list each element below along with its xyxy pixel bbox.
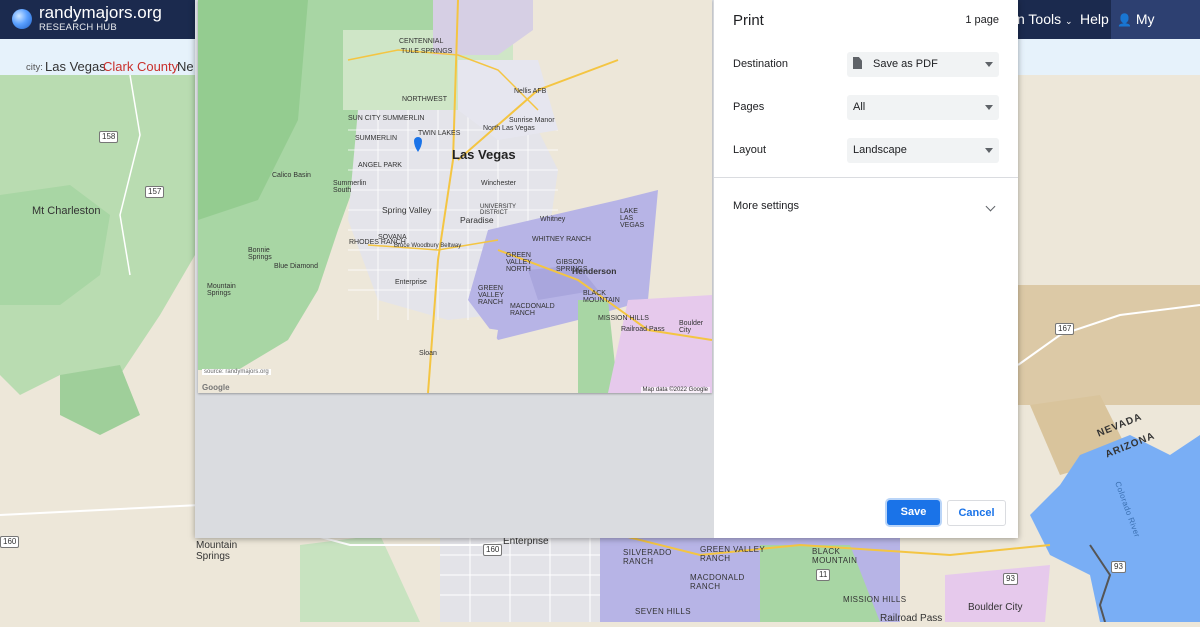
print-title: Print [733, 12, 764, 29]
page-count: 1 page [965, 14, 999, 26]
preview-label: Blue Diamond [274, 263, 318, 270]
breadcrumb-city-label: city: [26, 62, 43, 73]
map-label-boulder-city: Boulder City [968, 602, 1023, 613]
cancel-button[interactable]: Cancel [947, 500, 1006, 526]
preview-label: Enterprise [395, 279, 427, 286]
map-label-mountain-springs: Mountain Springs [196, 540, 238, 562]
preview-google-logo: Google [202, 383, 230, 392]
preview-label: Summerlin South [333, 180, 367, 194]
preview-label: MACDONALD RANCH [510, 303, 555, 317]
preview-label: North Las Vegas [483, 125, 535, 132]
print-preview-page: Las Vegas CENTENNIAL TULE SPRINGS NORTHW… [198, 0, 712, 393]
route-shield: 93 [1111, 561, 1126, 573]
map-label-mt-charleston: Mt Charleston [32, 205, 101, 217]
map-label-railroad-pass: Railroad Pass [880, 613, 943, 624]
preview-label: Bruce Woodbury Beltway [394, 243, 462, 249]
route-shield: 93 [1003, 573, 1018, 585]
map-label-seven-hills: SEVEN HILLS [635, 607, 691, 616]
preview-label: BLACK MOUNTAIN [583, 290, 620, 304]
preview-label: SOVANA [378, 234, 407, 241]
route-shield: 157 [145, 186, 165, 198]
preview-label: TULE SPRINGS [401, 48, 453, 55]
my-account-button[interactable]: 👤 My Account [1111, 0, 1200, 67]
print-settings-panel: Print 1 page Destination Save as PDF Pag… [714, 0, 1018, 538]
logo-name: randymajors.org [39, 3, 162, 22]
nav-help-link[interactable]: Help [1080, 0, 1109, 39]
dropdown-arrow-icon [985, 105, 993, 110]
preview-label: SUN CITY SUMMERLIN [348, 115, 425, 122]
layout-value: Landscape [853, 144, 907, 156]
preview-label: Winchester [481, 180, 517, 187]
map-label-mission-hills: MISSION HILLS [843, 595, 907, 604]
preview-label: Nellis AFB [514, 88, 547, 95]
settings-divider [714, 177, 1018, 178]
preview-label: Whitney [540, 216, 566, 223]
preview-label: ANGEL PARK [358, 162, 402, 169]
preview-map-canvas [198, 0, 712, 393]
chevron-down-icon: ⌄ [1065, 16, 1073, 26]
map-label-silverado-ranch: SILVERADO RANCH [623, 548, 672, 566]
destination-select[interactable]: Save as PDF [847, 52, 999, 77]
preview-label: UNIVERSITY DISTRICT [480, 204, 516, 216]
user-icon: 👤 [1117, 13, 1132, 27]
chevron-down-icon[interactable] [985, 201, 996, 212]
print-preview-area: Las Vegas CENTENNIAL TULE SPRINGS NORTHW… [195, 0, 714, 538]
globe-logo-icon [12, 9, 32, 29]
breadcrumb-city[interactable]: Las Vegas [45, 59, 106, 74]
nav-tools-menu[interactable]: n Tools ⌄ [1017, 0, 1073, 39]
preview-label: Calico Basin [272, 172, 311, 179]
preview-label: Sunrise Manor [509, 117, 555, 124]
dropdown-arrow-icon [985, 62, 993, 67]
preview-label: CENTENNIAL [399, 38, 444, 45]
preview-label: MISSION HILLS [598, 315, 649, 322]
map-label-black-mountain: BLACK MOUNTAIN [812, 547, 858, 565]
map-label-green-valley-ranch: GREEN VALLEY RANCH [700, 545, 765, 563]
preview-label: SUMMERLIN [355, 135, 398, 142]
layout-select[interactable]: Landscape [847, 138, 999, 163]
route-shield: 167 [1055, 323, 1075, 335]
more-settings-toggle[interactable]: More settings [733, 200, 799, 212]
preview-label: Railroad Pass [621, 326, 665, 333]
preview-label: Boulder City [679, 320, 704, 334]
preview-city-title: Las Vegas [452, 147, 516, 162]
layout-label: Layout [733, 144, 767, 156]
preview-label: Henderson [572, 266, 617, 276]
pages-select[interactable]: All [847, 95, 999, 120]
preview-label: Sloan [419, 350, 437, 357]
pages-label: Pages [733, 101, 765, 113]
dropdown-arrow-icon [985, 148, 993, 153]
preview-label: Bonnie Springs [248, 247, 272, 261]
preview-label: Mountain Springs [207, 283, 236, 297]
preview-label: WHITNEY RANCH [532, 236, 591, 243]
nav-tools-label: n Tools [1017, 11, 1062, 27]
preview-label: NORTHWEST [402, 96, 447, 103]
route-shield: 11 [816, 569, 831, 581]
logo-subtitle: RESEARCH HUB [39, 22, 117, 33]
destination-value: Save as PDF [873, 58, 938, 70]
route-shield: 160 [483, 544, 503, 556]
document-icon [853, 57, 862, 69]
preview-label: TWIN LAKES [418, 130, 461, 137]
site-logo[interactable]: randymajors.org RESEARCH HUB [12, 4, 162, 34]
route-shield: 160 [0, 536, 20, 548]
breadcrumb-state[interactable]: Ne [177, 59, 194, 74]
preview-label: Paradise [460, 215, 494, 225]
save-button[interactable]: Save [887, 500, 940, 525]
preview-label: LAKE LAS VEGAS [620, 208, 645, 229]
destination-label: Destination [733, 58, 789, 70]
route-shield: 158 [99, 131, 119, 143]
preview-source-watermark: source: randymajors.org [202, 369, 271, 375]
preview-label: GREEN VALLEY NORTH [506, 252, 532, 273]
map-label-macdonald-ranch: MACDONALD RANCH [690, 573, 745, 591]
breadcrumb-county[interactable]: Clark County [103, 59, 178, 74]
preview-attribution: Map data ©2022 Google [640, 387, 710, 393]
print-dialog: Las Vegas CENTENNIAL TULE SPRINGS NORTHW… [195, 0, 1018, 538]
preview-label: Spring Valley [382, 205, 432, 215]
pages-value: All [853, 101, 866, 113]
